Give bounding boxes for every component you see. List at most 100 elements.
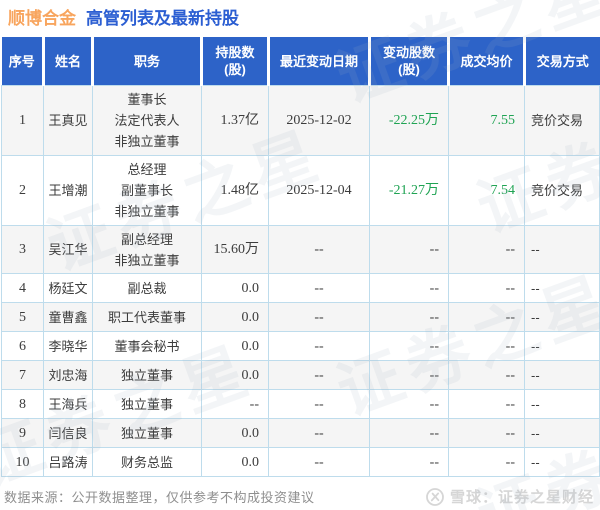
cell-position: 总经理 副董事长 非独立董事	[92, 155, 202, 226]
cell-change_shares: --	[369, 418, 449, 448]
cell-position: 副总经理 非独立董事	[92, 225, 202, 274]
cell-trade_type: --	[524, 389, 600, 419]
cell-shares: 0.0	[201, 331, 269, 361]
page-title-text: 高管列表及最新持股	[86, 9, 239, 28]
cell-no: 1	[1, 85, 44, 156]
cell-name: 闫信良	[43, 418, 93, 448]
page: 证券之星 证券之星 证券之星 证券之星 证券之星 证券之星 顺博合金高管列表及最…	[0, 0, 600, 510]
table-row: 6 李晓华 董事会秘书 0.0 -- -- -- --	[1, 331, 600, 361]
table-row: 4 杨廷文 副总裁 0.0 -- -- -- --	[1, 273, 600, 303]
cell-trade_type: --	[524, 447, 600, 477]
executives-table: 序号 姓名 职务 持股数 (股) 最近变动日期 变动股数 (股) 成交均价 交易方式 1 王真见…	[1, 37, 600, 477]
col-header-no: 序号	[1, 37, 45, 86]
cell-position: 财务总监	[92, 447, 202, 477]
cell-avg_price: --	[448, 360, 525, 390]
xueqiu-logo-icon	[426, 487, 444, 506]
stock-name: 顺博合金	[8, 9, 76, 28]
cell-no: 3	[1, 225, 44, 274]
table-row: 3 吴江华 副总经理 非独立董事 15.60万 -- -- -- --	[1, 225, 600, 274]
cell-avg_price: --	[448, 225, 525, 274]
cell-change_shares: --	[369, 389, 449, 419]
table-header-row: 序号 姓名 职务 持股数 (股) 最近变动日期 变动股数 (股) 成交均价 交易方式	[1, 37, 600, 86]
cell-name: 王海兵	[43, 389, 93, 419]
col-header-shares: 持股数 (股)	[201, 37, 270, 86]
cell-name: 王真见	[43, 85, 93, 156]
cell-avg_price: --	[448, 447, 525, 477]
col-header-position: 职务	[92, 37, 203, 86]
cell-change_shares: --	[369, 273, 449, 303]
cell-position: 董事长 法定代表人 非独立董事	[92, 85, 202, 156]
cell-change_shares: -21.27万	[369, 155, 449, 226]
col-header-name: 姓名	[43, 37, 94, 86]
cell-name: 吕路涛	[43, 447, 93, 477]
col-header-change_date: 最近变动日期	[268, 37, 371, 86]
col-header-change_shares: 变动股数 (股)	[369, 37, 450, 86]
cell-avg_price: --	[448, 389, 525, 419]
cell-change_date: --	[268, 447, 370, 477]
cell-position: 独立董事	[92, 389, 202, 419]
cell-name: 杨廷文	[43, 273, 93, 303]
cell-change_date: --	[268, 331, 370, 361]
cell-shares: 0.0	[201, 302, 269, 332]
cell-avg_price: --	[448, 302, 525, 332]
cell-name: 吴江华	[43, 225, 93, 274]
cell-trade_type: --	[524, 418, 600, 448]
cell-no: 2	[1, 155, 44, 226]
cell-position: 董事会秘书	[92, 331, 202, 361]
cell-name: 刘忠海	[43, 360, 93, 390]
cell-change_date: --	[268, 418, 370, 448]
cell-change_date: --	[268, 302, 370, 332]
cell-trade_type: --	[524, 225, 600, 274]
cell-name: 童曹鑫	[43, 302, 93, 332]
cell-change_shares: --	[369, 360, 449, 390]
cell-no: 4	[1, 273, 44, 303]
table-row: 2 王增潮 总经理 副董事长 非独立董事 1.48亿 2025-12-04 -21.27万…	[1, 155, 600, 226]
cell-trade_type: 竞价交易	[524, 155, 600, 226]
cell-no: 6	[1, 331, 44, 361]
footer: 数据来源：公开数据整理，仅供参考不构成投资建议 雪球：证券之星财经	[0, 477, 600, 507]
cell-change_date: 2025-12-02	[268, 85, 370, 156]
cell-avg_price: 7.55	[448, 85, 525, 156]
cell-name: 王增潮	[43, 155, 93, 226]
cell-shares: 0.0	[201, 418, 269, 448]
cell-position: 独立董事	[92, 360, 202, 390]
cell-trade_type: --	[524, 302, 600, 332]
col-header-trade_type: 交易方式	[524, 37, 600, 86]
table-body: 1 王真见 董事长 法定代表人 非独立董事 1.37亿 2025-12-02 -22.25…	[1, 85, 600, 477]
cell-no: 9	[1, 418, 44, 448]
cell-no: 5	[1, 302, 44, 332]
cell-change_shares: -22.25万	[369, 85, 449, 156]
cell-change_date: --	[268, 273, 370, 303]
table-header: 序号 姓名 职务 持股数 (股) 最近变动日期 变动股数 (股) 成交均价 交易方式	[1, 37, 600, 86]
table-row: 8 王海兵 独立董事 -- -- -- -- --	[1, 389, 600, 419]
cell-no: 7	[1, 360, 44, 390]
cell-change_date: --	[268, 225, 370, 274]
cell-shares: --	[201, 389, 269, 419]
cell-shares: 0.0	[201, 447, 269, 477]
cell-name: 李晓华	[43, 331, 93, 361]
cell-shares: 1.48亿	[201, 155, 269, 226]
cell-avg_price: --	[448, 331, 525, 361]
cell-no: 10	[1, 447, 44, 477]
cell-change_shares: --	[369, 331, 449, 361]
table-row: 9 闫信良 独立董事 0.0 -- -- -- --	[1, 418, 600, 448]
cell-change_shares: --	[369, 302, 449, 332]
cell-shares: 1.37亿	[201, 85, 269, 156]
table-row: 10 吕路涛 财务总监 0.0 -- -- -- --	[1, 447, 600, 477]
cell-change_shares: --	[369, 225, 449, 274]
cell-shares: 0.0	[201, 360, 269, 390]
cell-position: 副总裁	[92, 273, 202, 303]
col-header-avg_price: 成交均价	[448, 37, 526, 86]
cell-avg_price: 7.54	[448, 155, 525, 226]
cell-no: 8	[1, 389, 44, 419]
cell-position: 职工代表董事	[92, 302, 202, 332]
cell-change_date: 2025-12-04	[268, 155, 370, 226]
cell-trade_type: 竞价交易	[524, 85, 600, 156]
cell-trade_type: --	[524, 273, 600, 303]
source-credit: 雪球：证券之星财经	[425, 486, 594, 507]
page-title: 顺博合金 高管列表及最新持股	[0, 0, 600, 37]
cell-avg_price: --	[448, 418, 525, 448]
table-row: 7 刘忠海 独立董事 0.0 -- -- -- --	[1, 360, 600, 390]
cell-position: 独立董事	[92, 418, 202, 448]
cell-change_shares: --	[369, 447, 449, 477]
